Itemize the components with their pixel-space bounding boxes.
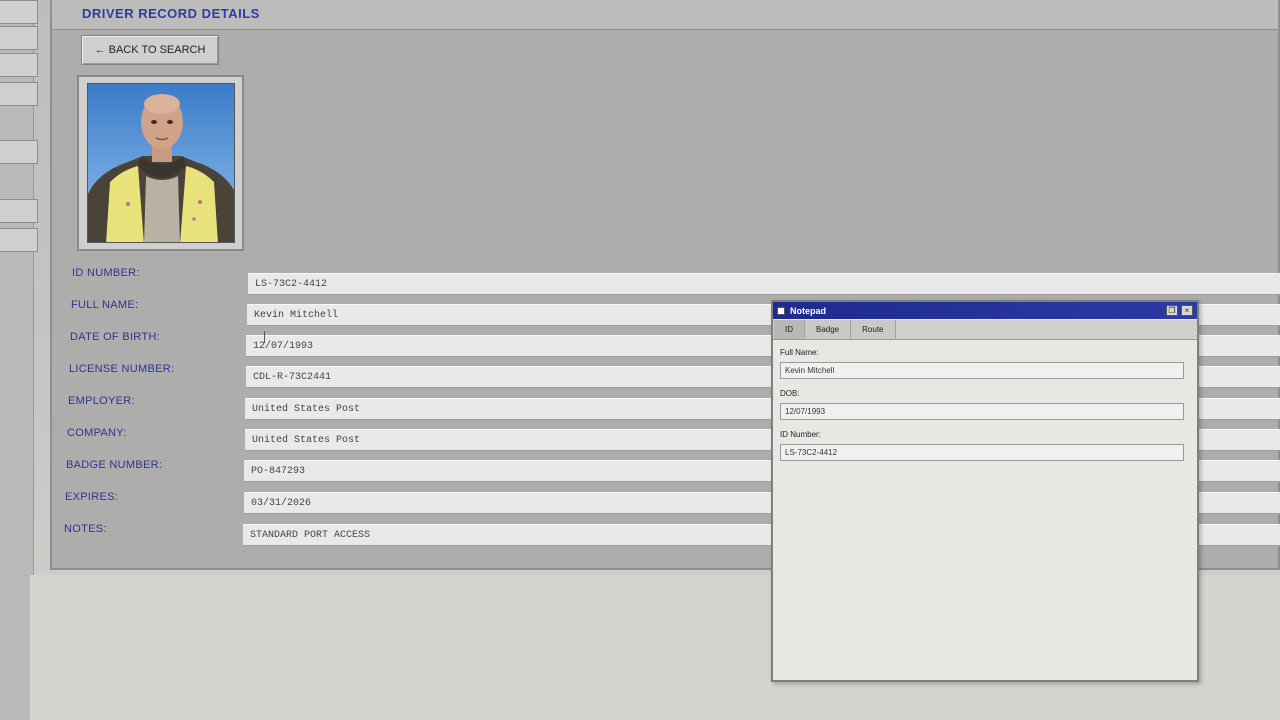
value-expires: 03/31/2026 [251, 497, 312, 509]
driver-photo [87, 83, 235, 243]
value-date-of-birth: 12/07/1993 [253, 340, 314, 352]
notepad-window[interactable]: Notepad ❐ × ID Badge Route Full Name: Ke… [771, 300, 1199, 682]
notepad-id-number-field[interactable]: LS-73C2-4412 [780, 444, 1184, 461]
label-expires: EXPIRES: [65, 491, 119, 503]
label-id-number: ID NUMBER: [72, 267, 140, 279]
tab-id[interactable]: ID [774, 320, 805, 339]
label-badge-number: BADGE NUMBER: [66, 459, 163, 471]
notepad-app-icon [777, 306, 785, 315]
label-license-number: LICENSE NUMBER: [69, 363, 175, 375]
label-date-of-birth: DATE OF BIRTH: [70, 331, 160, 343]
driver-portrait-image [88, 94, 234, 242]
left-nav-strip [0, 0, 38, 720]
nav-button-1[interactable] [0, 0, 38, 24]
notepad-full-name-field[interactable]: Kevin Mitchell [780, 362, 1184, 379]
page-title: DRIVER RECORD DETAILS [82, 6, 260, 21]
nav-button-7[interactable] [0, 228, 38, 252]
label-employer: EMPLOYER: [68, 395, 135, 407]
notepad-label-dob: DOB: [780, 389, 800, 398]
nav-button-4[interactable] [0, 82, 38, 106]
text-cursor-icon [264, 331, 265, 343]
notepad-label-full-name: Full Name: [780, 348, 819, 357]
label-notes: NOTES: [64, 523, 107, 535]
back-to-search-button[interactable]: ← BACK TO SEARCH [81, 35, 219, 65]
tab-route[interactable]: Route [851, 320, 896, 339]
driver-photo-frame [77, 75, 244, 251]
nav-button-3[interactable] [0, 53, 38, 77]
nav-button-5[interactable] [0, 140, 38, 164]
notepad-full-name-value: Kevin Mitchell [785, 366, 835, 375]
value-id-number: LS-73C2-4412 [255, 278, 328, 290]
nav-button-2[interactable] [0, 26, 38, 50]
notepad-dob-field[interactable]: 12/07/1993 [780, 403, 1184, 420]
value-notes: STANDARD PORT ACCESS [250, 529, 371, 541]
notepad-label-id-number: ID Number: [780, 430, 821, 439]
value-license-number: CDL-R-73C2441 [253, 371, 332, 383]
restore-button[interactable]: ❐ [1166, 305, 1178, 316]
value-badge-number: PO-847293 [251, 465, 306, 477]
label-company: COMPANY: [67, 427, 127, 439]
notepad-dob-value: 12/07/1993 [785, 407, 826, 416]
back-button-label: ← BACK TO SEARCH [94, 44, 206, 56]
value-company: United States Post [252, 434, 361, 446]
notepad-id-number-value: LS-73C2-4412 [785, 448, 838, 457]
notepad-titlebar[interactable]: Notepad ❐ × [773, 302, 1197, 319]
notepad-title: Notepad [790, 305, 826, 316]
panel-header: DRIVER RECORD DETAILS [52, 0, 1278, 30]
tab-badge[interactable]: Badge [805, 320, 852, 339]
label-full-name: FULL NAME: [71, 299, 139, 311]
screen: DRIVER RECORD DETAILS ← BACK TO SEARCH I… [0, 0, 1280, 720]
close-button[interactable]: × [1181, 305, 1193, 316]
value-full-name: Kevin Mitchell [254, 309, 339, 321]
value-employer: United States Post [252, 403, 361, 415]
notepad-tabs: ID Badge Route [773, 320, 1197, 340]
nav-button-6[interactable] [0, 199, 38, 223]
field-id-number: LS-73C2-4412 [248, 273, 1280, 295]
